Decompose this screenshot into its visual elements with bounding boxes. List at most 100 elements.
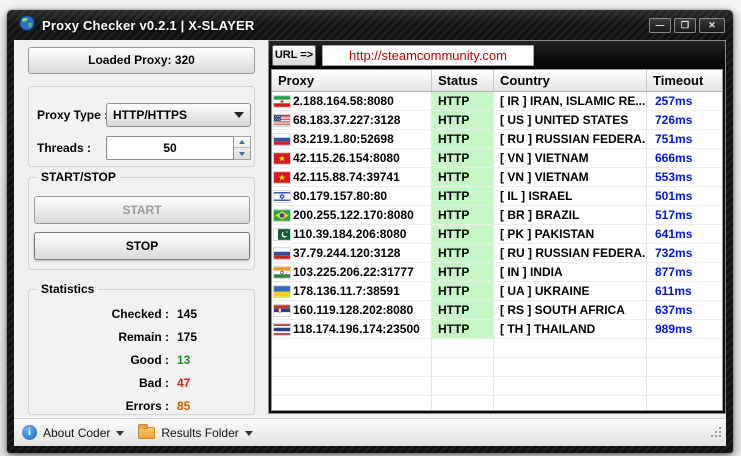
table-row[interactable]: 42.115.88.74:39741 HTTP [ VN ] VIETNAM 5… xyxy=(272,168,722,187)
table-row[interactable]: 80.179.157.80:80 HTTP [ IL ] ISRAEL 501m… xyxy=(272,187,722,206)
statistic-value: 85 xyxy=(177,399,190,413)
status-cell xyxy=(432,377,494,395)
statistic-row: Good : 13 xyxy=(29,348,244,371)
results-folder-item[interactable]: Results Folder xyxy=(138,426,252,440)
statistic-value: 47 xyxy=(177,376,190,390)
proxy-address: 42.115.26.154:8080 xyxy=(293,149,400,167)
app-globe-icon xyxy=(19,15,35,36)
table-row[interactable]: 2.188.164.58:8080 HTTP [ IR ] IRAN, ISLA… xyxy=(272,92,722,111)
header-timeout[interactable]: Timeout xyxy=(647,70,722,91)
country-flag-icon xyxy=(274,191,290,202)
status-cell xyxy=(432,339,494,357)
timeout-cell: 751ms xyxy=(647,130,722,148)
threads-input[interactable] xyxy=(106,136,234,160)
header-status[interactable]: Status xyxy=(432,70,494,91)
empty-table-row[interactable] xyxy=(272,396,722,411)
table-row[interactable]: 110.39.184.206:8080 HTTP [ PK ] PAKISTAN… xyxy=(272,225,722,244)
status-cell: HTTP xyxy=(432,282,494,300)
empty-table-row[interactable] xyxy=(272,358,722,377)
country-flag-icon xyxy=(274,115,290,126)
statistic-row: Remain : 175 xyxy=(29,325,244,348)
proxy-address: 2.188.164.58:8080 xyxy=(293,92,394,110)
country-cell: [ IL ] ISRAEL xyxy=(494,187,647,205)
country-flag-icon xyxy=(274,153,290,164)
proxy-address: 80.179.157.80:80 xyxy=(293,187,387,205)
proxy-table: Proxy Status Country Timeout 2.188.164.5… xyxy=(271,69,723,411)
table-row[interactable]: 42.115.26.154:8080 HTTP [ VN ] VIETNAM 6… xyxy=(272,149,722,168)
table-row[interactable]: 200.255.122.170:8080 HTTP [ BR ] BRAZIL … xyxy=(272,206,722,225)
country-cell xyxy=(494,358,647,376)
timeout-cell: 641ms xyxy=(647,225,722,243)
statistics-group-label: Statistics xyxy=(37,282,98,296)
status-cell: HTTP xyxy=(432,320,494,338)
app-window: Proxy Checker v0.2.1 | X-SLAYER — ❐ ✕ Lo… xyxy=(7,10,733,453)
table-row[interactable]: 83.219.1.80:52698 HTTP [ RU ] RUSSIAN FE… xyxy=(272,130,722,149)
country-cell: [ UA ] UKRAINE xyxy=(494,282,647,300)
close-button[interactable]: ✕ xyxy=(699,18,725,33)
country-flag-icon xyxy=(274,210,290,221)
proxy-address: 83.219.1.80:52698 xyxy=(293,130,394,148)
status-cell xyxy=(432,358,494,376)
minimize-button[interactable]: — xyxy=(649,18,671,33)
table-row[interactable]: 37.79.244.120:3128 HTTP [ RU ] RUSSIAN F… xyxy=(272,244,722,263)
proxy-type-dropdown[interactable]: HTTP/HTTPS xyxy=(106,103,251,127)
proxy-address: 42.115.88.74:39741 xyxy=(293,168,400,186)
statistic-value: 145 xyxy=(177,307,197,321)
results-panel: URL => Proxy Status Country Timeout 2.18… xyxy=(268,40,726,414)
country-cell xyxy=(494,396,647,411)
statistic-label: Remain : xyxy=(29,330,169,344)
proxy-address: 103.225.206.22:31777 xyxy=(293,263,414,281)
timeout-cell: 501ms xyxy=(647,187,722,205)
country-flag-icon xyxy=(274,267,290,278)
table-body: 2.188.164.58:8080 HTTP [ IR ] IRAN, ISLA… xyxy=(272,92,722,411)
table-row[interactable]: 103.225.206.22:31777 HTTP [ IN ] INDIA 8… xyxy=(272,263,722,282)
empty-table-row[interactable] xyxy=(272,377,722,396)
country-cell: [ VN ] VIETNAM xyxy=(494,168,647,186)
status-cell: HTTP xyxy=(432,225,494,243)
table-header: Proxy Status Country Timeout xyxy=(272,70,722,92)
header-country[interactable]: Country xyxy=(494,70,647,91)
loaded-proxy-button[interactable]: Loaded Proxy: 320 xyxy=(28,47,255,74)
table-row[interactable]: 160.119.128.202:8080 HTTP [ RS ] SOUTH A… xyxy=(272,301,722,320)
table-row[interactable]: 118.174.196.174:23500 HTTP [ TH ] THAILA… xyxy=(272,320,722,339)
stop-button[interactable]: STOP xyxy=(34,232,250,260)
status-cell: HTTP xyxy=(432,263,494,281)
country-flag-icon xyxy=(274,286,290,297)
status-cell xyxy=(432,396,494,411)
statistic-label: Checked : xyxy=(29,307,169,321)
status-cell: HTTP xyxy=(432,301,494,319)
timeout-cell: 517ms xyxy=(647,206,722,224)
table-row[interactable]: 68.183.37.227:3128 HTTP [ US ] UNITED ST… xyxy=(272,111,722,130)
status-bar: i About Coder Results Folder xyxy=(14,418,726,446)
resize-grip[interactable] xyxy=(709,425,722,443)
triangle-up-icon xyxy=(239,140,245,144)
timeout-cell: 877ms xyxy=(647,263,722,281)
spin-down-button[interactable] xyxy=(234,148,250,159)
url-bar: URL => xyxy=(269,41,725,69)
proxy-settings-group: Proxy Type : HTTP/HTTPS Threads : xyxy=(28,86,255,167)
maximize-button[interactable]: ❐ xyxy=(674,18,696,33)
about-coder-item[interactable]: i About Coder xyxy=(22,425,124,440)
proxy-address: 178.136.11.7:38591 xyxy=(293,282,400,300)
titlebar: Proxy Checker v0.2.1 | X-SLAYER — ❐ ✕ xyxy=(7,10,733,40)
table-row[interactable]: 178.136.11.7:38591 HTTP [ UA ] UKRAINE 6… xyxy=(272,282,722,301)
country-cell: [ BR ] BRAZIL xyxy=(494,206,647,224)
header-proxy[interactable]: Proxy xyxy=(272,70,432,91)
start-stop-group: START/STOP START STOP xyxy=(28,177,255,270)
country-flag-icon xyxy=(274,248,290,259)
statistic-label: Bad : xyxy=(29,376,169,390)
chevron-down-icon xyxy=(116,431,124,436)
spin-up-button[interactable] xyxy=(234,137,250,148)
country-cell xyxy=(494,339,647,357)
start-button[interactable]: START xyxy=(34,196,250,224)
empty-table-row[interactable] xyxy=(272,339,722,358)
window-title: Proxy Checker v0.2.1 | X-SLAYER xyxy=(42,18,649,33)
status-cell: HTTP xyxy=(432,92,494,110)
proxy-address: 110.39.184.206:8080 xyxy=(293,225,406,243)
url-input[interactable] xyxy=(322,45,534,66)
statistic-label: Good : xyxy=(29,353,169,367)
country-cell: [ IR ] IRAN, ISLAMIC RE... xyxy=(494,92,647,110)
timeout-cell: 611ms xyxy=(647,282,722,300)
statistic-row: Checked : 145 xyxy=(29,302,244,325)
threads-spinner xyxy=(234,136,251,160)
